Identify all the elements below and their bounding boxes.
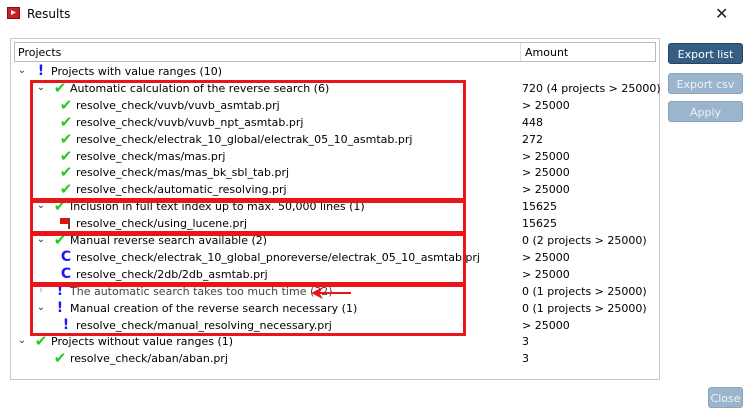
column-header-amount[interactable]: Amount [525, 46, 568, 59]
chevron-down-icon[interactable]: ⌄ [36, 82, 46, 93]
tree-row[interactable]: Cresolve_check/2db/2db_asmtab.prj > 25000 [11, 265, 651, 284]
chevron-down-icon[interactable]: ⌄ [36, 302, 46, 313]
tree-row[interactable]: ✔ resolve_check/vuvb/vuvb_npt_asmtab.prj 4… [11, 112, 651, 132]
row-label: resolve_check/aban/aban.prj [70, 352, 228, 366]
window-close-icon[interactable]: ✕ [715, 4, 728, 23]
row-label: resolve_check/electrak_10_global/electra… [76, 132, 413, 146]
exclamation-icon: ! [56, 282, 64, 299]
row-amount: 448 [522, 115, 543, 129]
column-header-projects[interactable]: Projects [18, 46, 61, 59]
tree-row[interactable]: ✔ resolve_check/aban/aban.prj 3 [11, 351, 651, 368]
row-label: Manual reverse search available (2) [70, 234, 268, 247]
tree-row[interactable]: ✔ resolve_check/automatic_resolving.prj > … [11, 182, 651, 199]
row-amount: 3 [522, 352, 529, 366]
chevron-down-icon[interactable]: ⌄ [17, 65, 27, 76]
checkmark-icon: ✔ [53, 78, 67, 97]
row-label: Manual creation of the reverse search ne… [70, 301, 358, 315]
table-header: Projects Amount [14, 42, 656, 62]
row-amount: 0 (2 projects > 25000) [522, 234, 647, 247]
export-csv-button[interactable]: Export csv file [668, 73, 743, 112]
row-label: Inclusion in full text index up to max. … [70, 200, 365, 214]
row-amount: > 25000 [522, 183, 570, 197]
tree-row[interactable]: ✔ resolve_check/mas/mas_bk_sbl_tab.prj > 2… [11, 165, 651, 182]
row-label: Automatic calculation of the reverse sea… [70, 81, 330, 95]
tree-row[interactable]: ✔ resolve_check/electrak_10_global/electr… [11, 129, 651, 149]
checkmark-icon: ✔ [59, 146, 73, 165]
checkmark-icon: ✔ [59, 180, 73, 199]
row-label: The automatic search takes too much time… [70, 284, 333, 298]
row-amount: 0 (1 projects > 25000) [522, 301, 647, 315]
row-amount: 15625 [522, 217, 557, 231]
row-amount: > 25000 [522, 98, 570, 112]
row-amount: 3 [522, 335, 529, 349]
row-amount: 15625 [522, 200, 557, 214]
refresh-icon: C [60, 248, 72, 265]
row-label: resolve_check/mas/mas_bk_sbl_tab.prj [76, 166, 290, 180]
tree-row[interactable]: ✔ resolve_check/mas/mas.prj > 25000 [11, 146, 651, 166]
row-label: resolve_check/using_lucene.prj [76, 217, 248, 231]
title-bar: Results ✕ [0, 0, 750, 30]
chevron-down-icon[interactable]: ⌄ [36, 200, 46, 211]
tree-row[interactable]: ⌄ ✔ Projects without value ranges (1) 3 [11, 334, 651, 351]
row-label: Projects without value ranges (1) [51, 335, 234, 349]
apply-button[interactable]: Apply [668, 101, 743, 122]
refresh-icon: C [60, 265, 72, 282]
row-label: resolve_check/electrak_10_global_pnoreve… [76, 250, 480, 264]
chevron-down-icon[interactable]: ⌄ [17, 335, 27, 346]
row-label: resolve_check/mas/mas.prj [76, 149, 226, 163]
tree-row[interactable]: resolve_check/using_lucene.prj 15625 [11, 216, 651, 233]
exclamation-icon: ! [62, 316, 70, 333]
row-label: resolve_check/manual_resolving_necessary… [76, 318, 332, 332]
chevron-down-icon[interactable]: ⌄ [36, 234, 46, 245]
chevron-right-icon[interactable]: › [36, 285, 46, 296]
tree-row[interactable]: ⌄ ✔ Inclusion in full text index up to max… [11, 199, 651, 216]
checkmark-icon: ✔ [59, 112, 73, 131]
row-label: resolve_check/vuvb/vuvb_asmtab.prj [76, 98, 280, 112]
row-label: resolve_check/automatic_resolving.prj [76, 183, 287, 197]
checkmark-icon: ✔ [59, 163, 73, 182]
row-amount: 720 (4 projects > 25000) [522, 81, 661, 95]
export-list-button[interactable]: Export list [668, 43, 743, 64]
tree-row[interactable]: ⌄! Manual creation of the reverse search … [11, 299, 651, 318]
flag-icon [59, 216, 73, 231]
tree-row[interactable]: ! resolve_check/manual_resolving_necessar… [11, 316, 651, 335]
row-label: resolve_check/vuvb/vuvb_npt_asmtab.prj [76, 115, 304, 129]
tree-row[interactable]: ✔ resolve_check/vuvb/vuvb_asmtab.prj > 250… [11, 95, 651, 115]
exclamation-icon: ! [56, 299, 64, 316]
row-amount: 272 [522, 132, 543, 146]
exclamation-icon: ! [37, 63, 45, 79]
checkmark-icon: ✔ [53, 197, 67, 216]
column-divider[interactable] [520, 43, 521, 61]
row-amount: > 25000 [522, 267, 570, 281]
checkmark-icon: ✔ [53, 349, 67, 368]
red-arrow-annotation [311, 287, 351, 299]
row-amount: > 25000 [522, 318, 570, 332]
checkmark-icon: ✔ [59, 129, 73, 148]
tree-row[interactable]: ⌄ ✔ Manual reverse search available (2) 0 (… [11, 233, 651, 250]
row-amount: > 25000 [522, 166, 570, 180]
tree-row[interactable]: ⌄ ✔ Automatic calculation of the reverse s… [11, 78, 661, 98]
checkmark-icon: ✔ [59, 95, 73, 114]
row-amount: > 25000 [522, 149, 570, 163]
row-amount: > 25000 [522, 250, 570, 264]
tree-row[interactable]: ⌄! Projects with value ranges (10) [11, 64, 651, 81]
checkmark-icon: ✔ [34, 332, 48, 351]
row-label: resolve_check/2db/2db_asmtab.prj [76, 267, 268, 281]
tree-row[interactable]: Cresolve_check/electrak_10_global_pnorev… [11, 248, 651, 267]
row-amount: 0 (1 projects > 25000) [522, 284, 647, 298]
checkmark-icon: ✔ [53, 231, 67, 249]
app-icon [7, 7, 20, 19]
window-title: Results [27, 7, 71, 21]
close-button[interactable]: Close [708, 387, 743, 408]
results-tree-table[interactable]: Projects Amount ⌄! Projects with value ra… [10, 38, 661, 380]
row-label: Projects with value ranges (10) [51, 65, 223, 78]
